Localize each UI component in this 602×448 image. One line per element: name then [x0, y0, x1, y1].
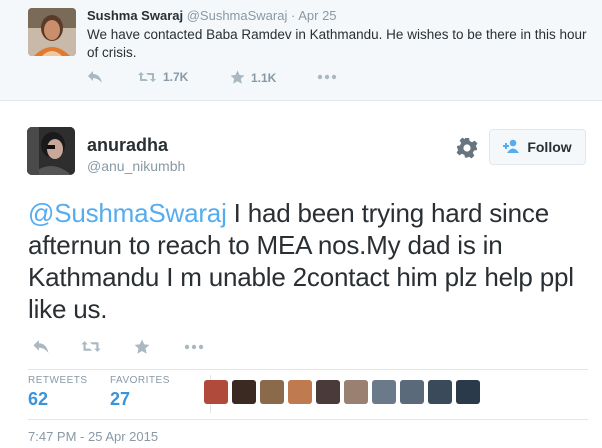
more-icon	[317, 74, 337, 80]
reply-button[interactable]	[32, 339, 50, 354]
settings-button[interactable]	[456, 137, 478, 159]
favorite-count: 1.1K	[251, 70, 277, 85]
author-handle[interactable]: @anu_nikumbh	[87, 158, 185, 174]
follow-label: Follow	[527, 139, 572, 155]
reply-icon	[87, 70, 103, 84]
more-icon	[184, 344, 204, 350]
favoriter-avatars	[204, 380, 480, 404]
avatar[interactable]	[28, 8, 76, 56]
reply-icon	[32, 339, 50, 354]
star-icon	[134, 339, 150, 355]
avatar[interactable]	[344, 380, 368, 404]
avatar[interactable]	[260, 380, 284, 404]
parent-tweet[interactable]: Sushma Swaraj @SushmaSwaraj · Apr 25 We …	[0, 0, 602, 101]
avatar[interactable]	[27, 127, 75, 175]
main-tweet: anuradha @anu_nikumbh Follow @SushmaSwar…	[0, 101, 602, 448]
retweet-button[interactable]: 1.7K	[137, 70, 188, 84]
retweet-icon	[80, 339, 102, 354]
divider	[28, 369, 588, 370]
retweet-count: 1.7K	[163, 70, 189, 84]
avatar[interactable]	[288, 380, 312, 404]
favorites-label: FAVORITES	[110, 375, 170, 386]
more-button[interactable]	[184, 344, 204, 350]
retweets-value: 62	[28, 389, 49, 409]
avatar[interactable]	[316, 380, 340, 404]
author-name[interactable]: anuradha	[87, 135, 168, 156]
avatar[interactable]	[428, 380, 452, 404]
favorite-button[interactable]	[134, 339, 150, 355]
star-icon	[230, 70, 245, 85]
retweet-button[interactable]	[80, 339, 102, 354]
avatar[interactable]	[232, 380, 256, 404]
favorites-stat[interactable]: FAVORITES 27	[110, 375, 170, 410]
reply-button[interactable]	[87, 70, 103, 84]
author-handle[interactable]: @SushmaSwaraj	[187, 8, 288, 23]
add-user-icon	[503, 139, 521, 156]
tweet-timestamp[interactable]: 7:47 PM - 25 Apr 2015	[28, 429, 158, 444]
parent-tweet-header: Sushma Swaraj @SushmaSwaraj · Apr 25	[87, 8, 337, 23]
avatar[interactable]	[400, 380, 424, 404]
follow-button[interactable]: Follow	[489, 129, 586, 165]
divider	[28, 419, 588, 420]
avatar[interactable]	[372, 380, 396, 404]
mention-link[interactable]: @SushmaSwaraj	[28, 198, 227, 228]
gear-icon	[456, 137, 478, 163]
retweets-stat[interactable]: RETWEETS 62	[28, 375, 88, 410]
tweet-text: @SushmaSwaraj I had been trying hard sin…	[28, 197, 588, 325]
more-button[interactable]	[317, 74, 337, 80]
tweet-text: We have contacted Baba Ramdev in Kathman…	[87, 27, 587, 60]
retweet-icon	[137, 70, 157, 84]
tweet-date[interactable]: Apr 25	[298, 8, 336, 23]
avatar[interactable]	[456, 380, 480, 404]
separator: ·	[290, 8, 296, 23]
tweet-stats: RETWEETS 62 FAVORITES 27	[28, 371, 588, 417]
favorite-button[interactable]: 1.1K	[230, 70, 276, 85]
author-name[interactable]: Sushma Swaraj	[87, 8, 183, 23]
avatar[interactable]	[204, 380, 228, 404]
retweets-label: RETWEETS	[28, 375, 88, 386]
favorites-value: 27	[110, 389, 131, 409]
